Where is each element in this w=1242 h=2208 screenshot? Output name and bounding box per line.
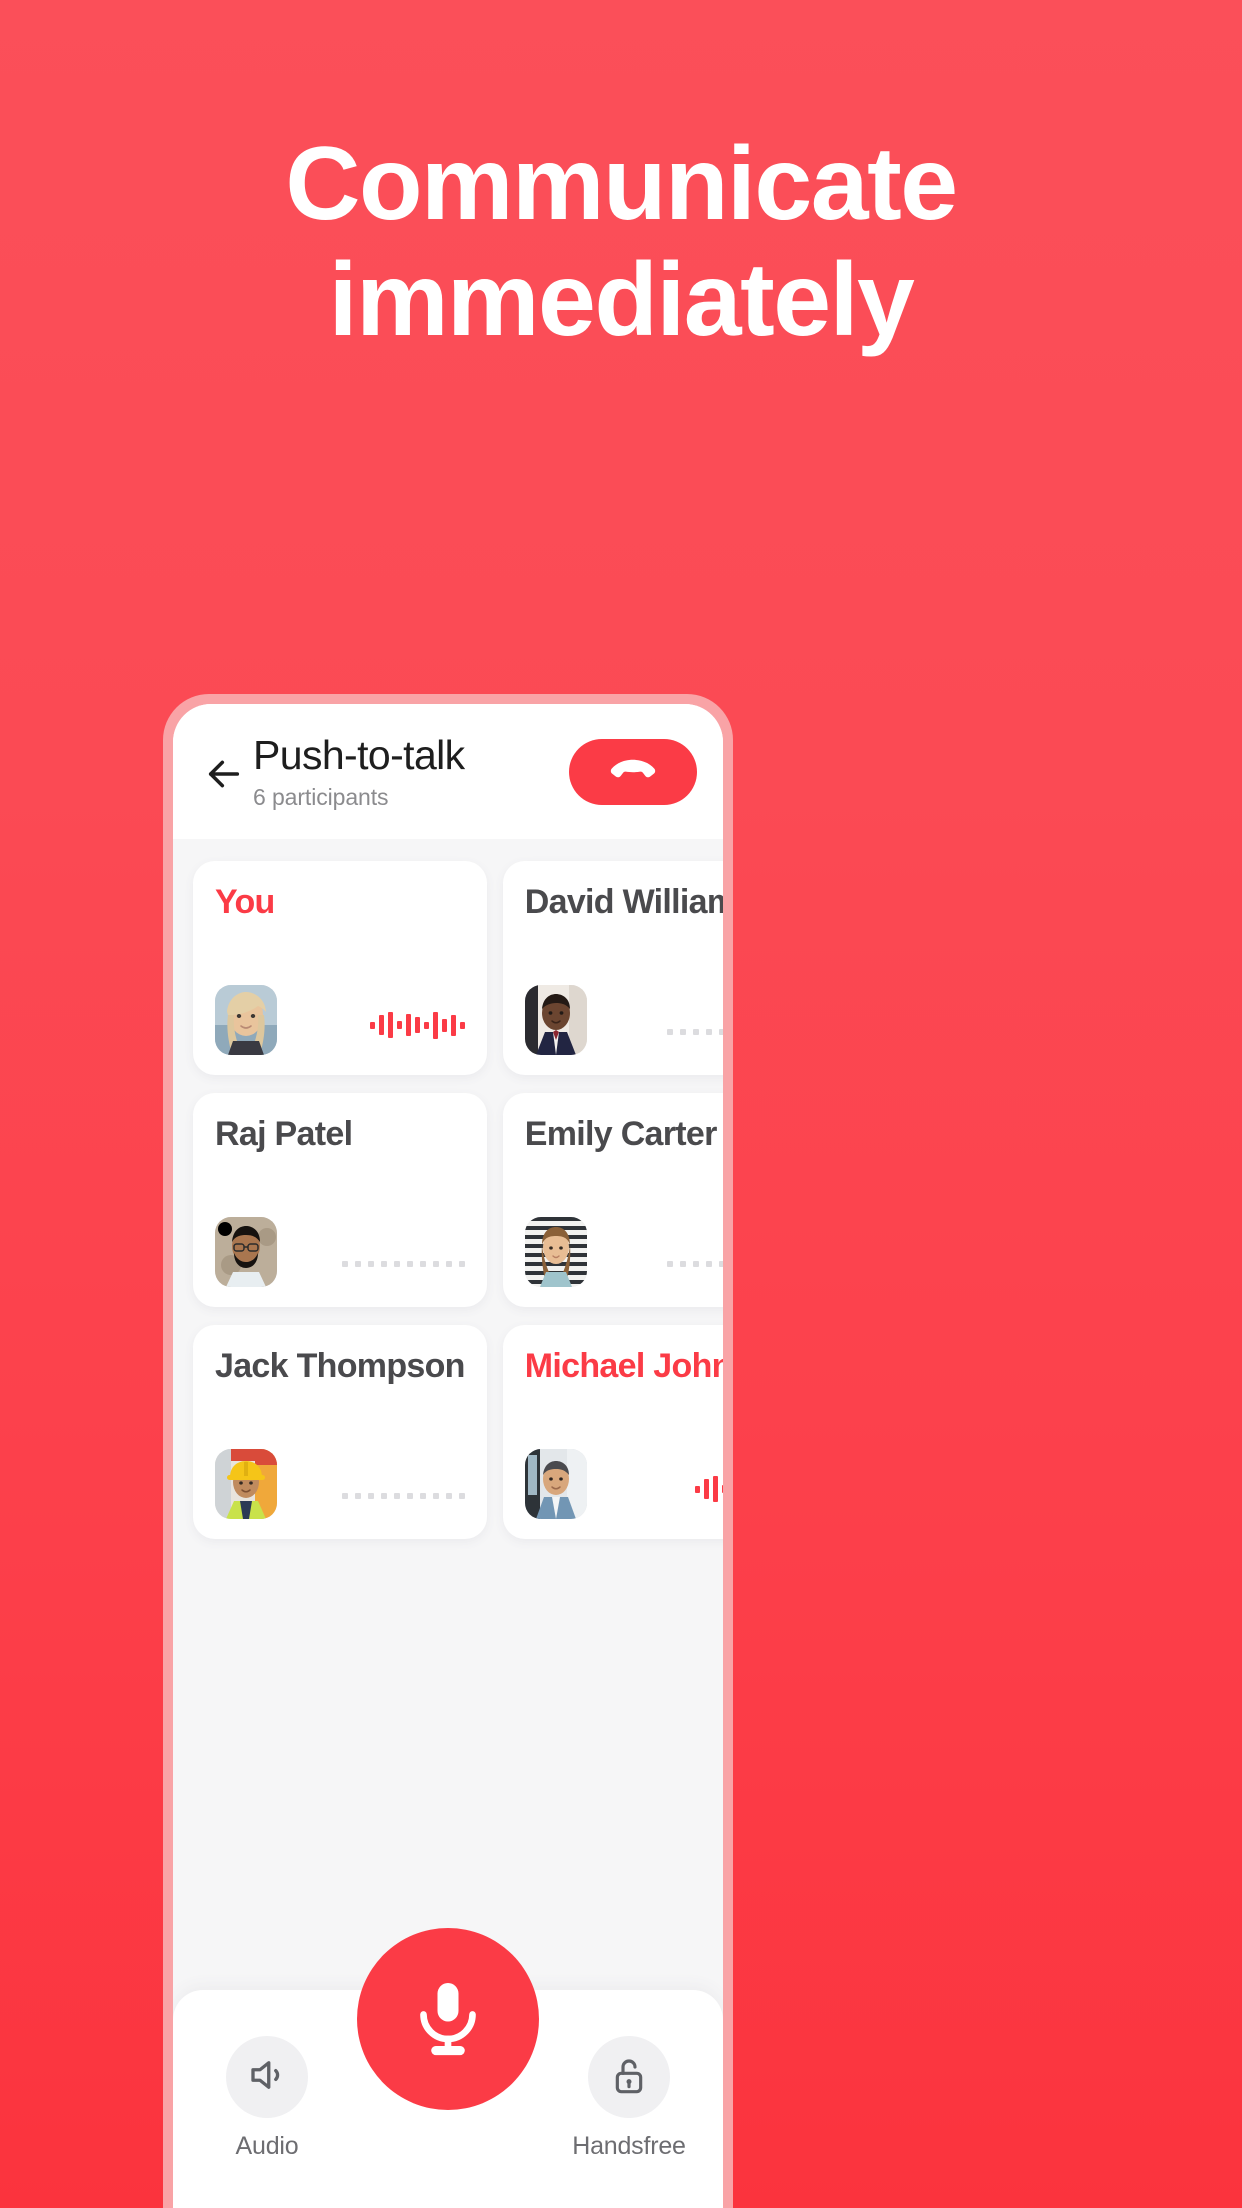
participant-card-you[interactable]: You	[193, 861, 487, 1075]
microphone-icon	[406, 1976, 490, 2063]
speaking-waveform	[695, 1473, 723, 1505]
participant-count: 6 participants	[253, 783, 389, 810]
audio-button-circle	[226, 2036, 308, 2118]
card-bottom-row	[215, 1449, 465, 1519]
participant-name: You	[215, 885, 275, 921]
participant-card-jack-thompson[interactable]: Jack Thompson	[193, 1325, 487, 1539]
man-blazer-avatar	[524, 1449, 587, 1519]
participant-card-michael-johnson[interactable]: Michael Johnson	[502, 1325, 723, 1539]
man-glasses-avatar	[215, 1217, 277, 1287]
speaker-icon	[246, 2054, 288, 2101]
handsfree-button-label: Handsfree	[572, 2132, 686, 2160]
header-text-block: Push-to-talk 6 participants	[253, 734, 569, 810]
idle-dots-indicator	[667, 1261, 723, 1267]
idle-dots-indicator	[341, 1493, 465, 1499]
audio-button-label: Audio	[235, 2132, 299, 2160]
back-arrow-icon[interactable]	[201, 751, 247, 797]
call-controls-panel: Audio Handsfree	[173, 1928, 723, 2208]
man-hardhat-avatar	[215, 1449, 277, 1519]
unlocked-padlock-icon	[609, 2055, 649, 2100]
page-title: Push-to-talk	[253, 732, 465, 779]
handsfree-button-circle	[588, 2036, 670, 2118]
phone-hangup-icon	[610, 759, 656, 785]
participant-name: Jack Thompson	[215, 1349, 465, 1385]
card-bottom-row	[524, 985, 723, 1055]
handsfree-button[interactable]: Handsfree	[569, 2036, 689, 2161]
participant-name: Raj Patel	[215, 1117, 353, 1153]
card-bottom-row	[524, 1449, 723, 1519]
idle-dots-indicator	[667, 1029, 723, 1035]
promo-headline: Communicate immediately	[0, 126, 1242, 359]
participant-name: Michael Johnson	[524, 1349, 723, 1385]
headline-line-1: Communicate	[285, 126, 958, 242]
woman-blonde-avatar	[215, 985, 277, 1055]
participants-grid: You David William Raj Patel Emily Carter…	[173, 839, 723, 1539]
man-suit-avatar	[524, 985, 587, 1055]
phone-mockup: Push-to-talk 6 participants You David Wi…	[163, 694, 733, 2208]
participant-name: David Williams	[524, 885, 723, 921]
hangup-button[interactable]	[569, 738, 697, 805]
card-bottom-row	[215, 985, 465, 1055]
participant-card-emily-carter[interactable]: Emily Carter	[502, 1093, 723, 1307]
participant-name: Emily Carter	[524, 1117, 718, 1153]
participant-card-raj-patel[interactable]: Raj Patel	[193, 1093, 487, 1307]
headline-line-2: immediately	[328, 242, 915, 359]
participant-card-david-williams[interactable]: David Williams	[502, 861, 723, 1075]
card-bottom-row	[524, 1217, 723, 1287]
card-bottom-row	[215, 1217, 465, 1287]
speaking-waveform	[369, 1009, 465, 1041]
woman-stripes-avatar	[524, 1217, 587, 1287]
idle-dots-indicator	[341, 1261, 465, 1267]
audio-button[interactable]: Audio	[207, 2036, 327, 2161]
phone-screen: Push-to-talk 6 participants You David Wi…	[173, 704, 723, 2208]
call-controls-row: Audio Handsfree	[173, 1928, 723, 2208]
app-header: Push-to-talk 6 participants	[173, 704, 723, 839]
push-to-talk-button[interactable]	[357, 1928, 539, 2110]
